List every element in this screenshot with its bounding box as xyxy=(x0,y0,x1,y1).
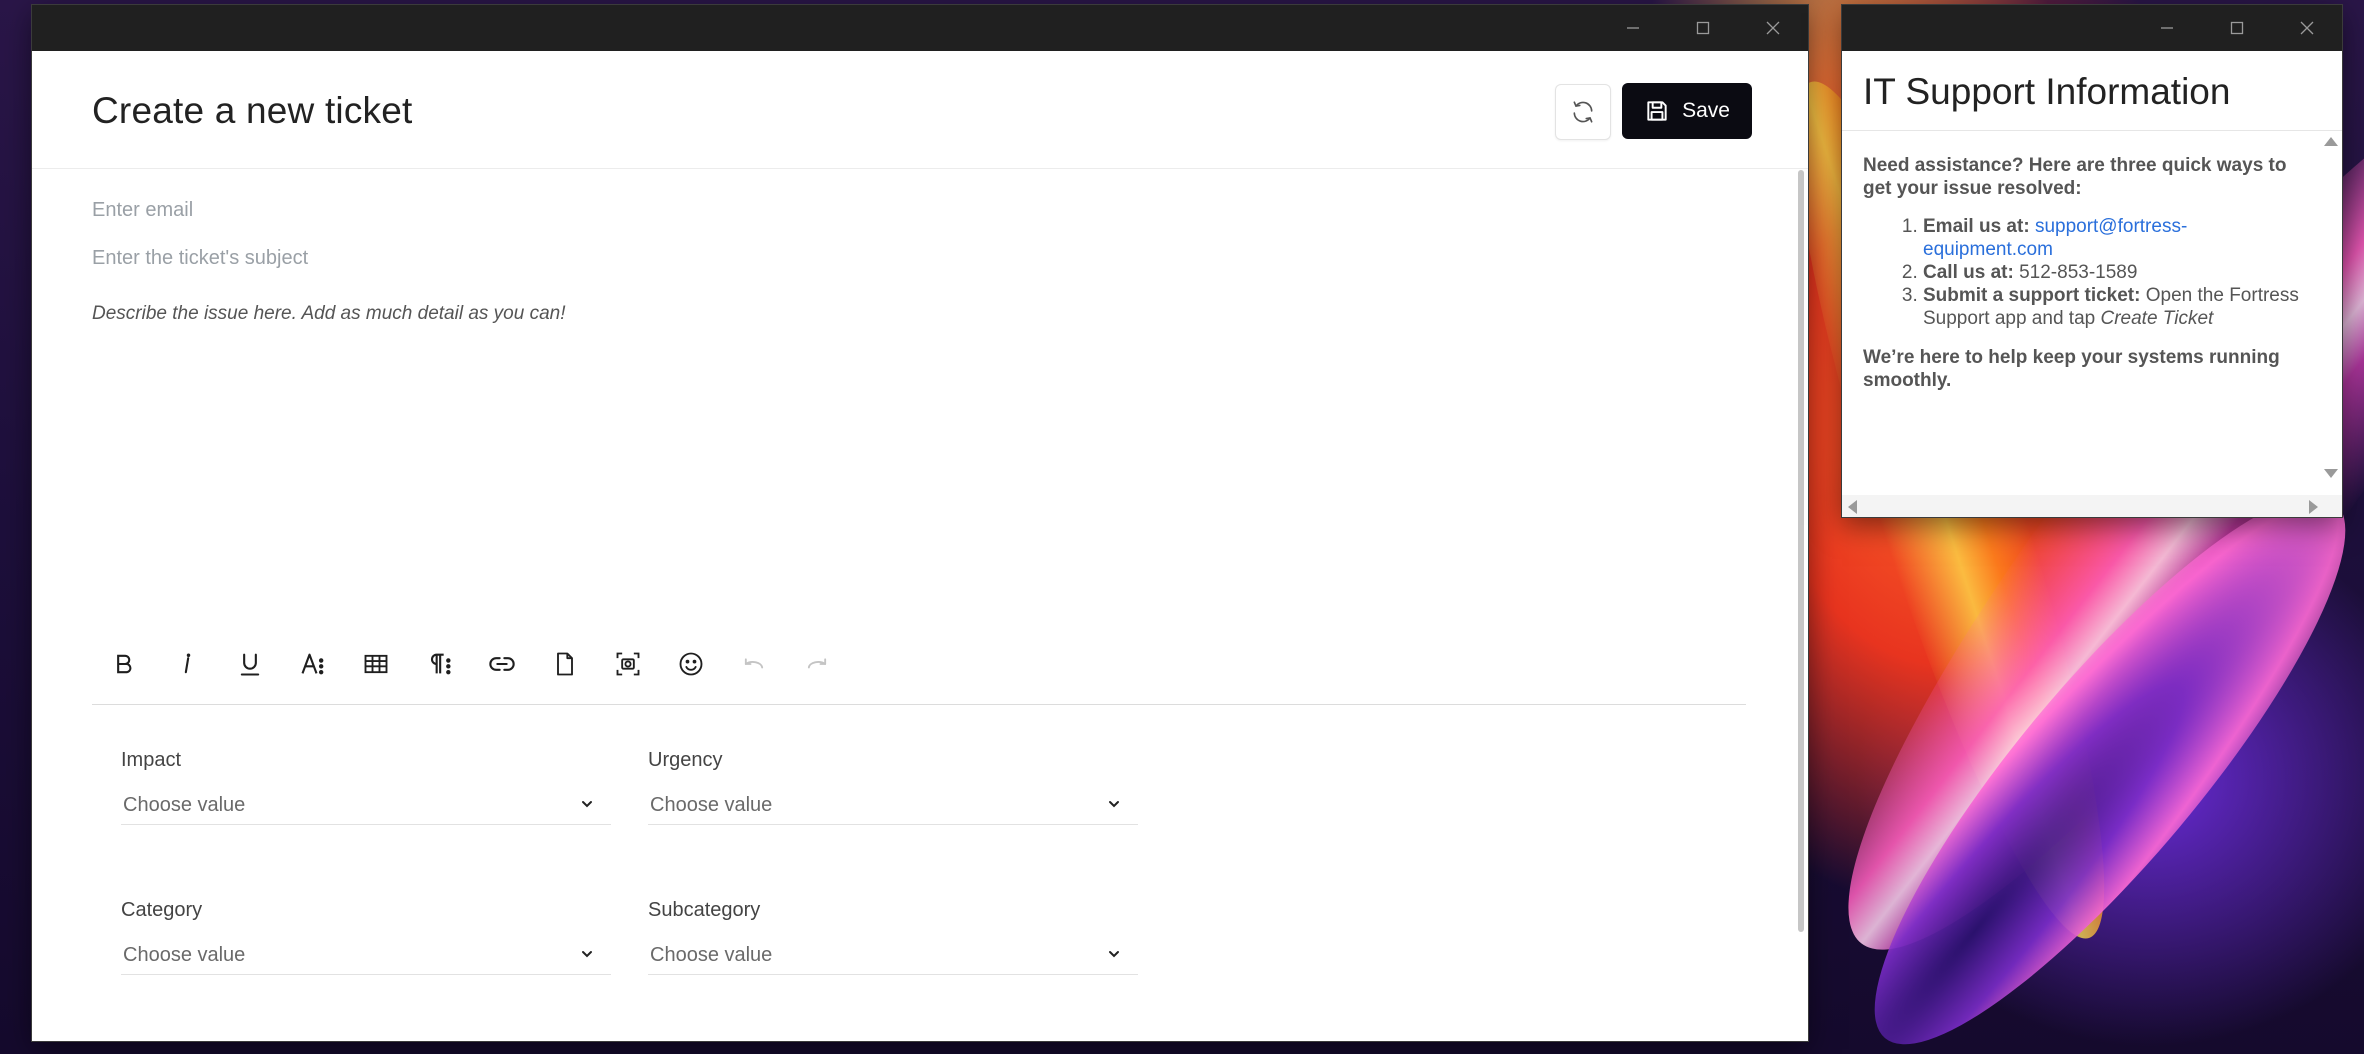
category-field: Category Choose value xyxy=(121,899,611,975)
subcategory-value: Choose value xyxy=(650,943,773,966)
list-item: Email us at: support@fortress-equipment.… xyxy=(1923,215,2303,261)
italic-icon xyxy=(184,653,190,674)
impact-value: Choose value xyxy=(123,793,246,816)
bold-button[interactable] xyxy=(92,639,155,689)
info-body: Need assistance? Here are three quick wa… xyxy=(1863,154,2303,392)
urgency-select[interactable]: Choose value xyxy=(648,786,1138,825)
list-item: Submit a support ticket: Open the Fortre… xyxy=(1923,284,2303,330)
save-button[interactable]: Save xyxy=(1622,83,1752,139)
underline-button[interactable] xyxy=(218,639,281,689)
subcategory-field: Subcategory Choose value xyxy=(648,899,1138,975)
undo-button[interactable] xyxy=(722,639,785,689)
underline-icon xyxy=(240,653,259,676)
paragraph-format-button[interactable] xyxy=(407,639,470,689)
editor-toolbar xyxy=(92,624,1746,705)
page-title: Create a new ticket xyxy=(92,90,413,131)
email-input[interactable]: Enter email xyxy=(92,199,193,222)
impact-select[interactable]: Choose value xyxy=(121,786,611,825)
refresh-button[interactable] xyxy=(1555,84,1611,140)
title-bar[interactable] xyxy=(1842,5,2342,51)
close-icon[interactable] xyxy=(1738,5,1808,51)
chevron-down-icon xyxy=(1109,951,1119,958)
divider xyxy=(1842,130,2342,131)
file-icon xyxy=(556,652,573,676)
save-icon xyxy=(1647,101,1667,121)
scroll-left-icon[interactable] xyxy=(1848,500,1857,514)
it-support-window: IT Support Information Need assistance? … xyxy=(1842,5,2342,517)
subcategory-select[interactable]: Choose value xyxy=(648,936,1138,975)
option-label: Email us at: xyxy=(1923,216,2030,237)
insert-link-button[interactable] xyxy=(470,639,533,689)
list-item: Call us at: 512-853-1589 xyxy=(1923,261,2303,284)
insert-table-button[interactable] xyxy=(344,639,407,689)
close-icon[interactable] xyxy=(2272,5,2342,51)
chevron-down-icon xyxy=(582,951,592,958)
bold-icon xyxy=(116,654,131,674)
paragraph-icon xyxy=(430,653,451,675)
urgency-field: Urgency Choose value xyxy=(648,749,1138,825)
refresh-icon xyxy=(1573,101,1593,123)
emoji-button[interactable] xyxy=(659,639,722,689)
title-bar[interactable] xyxy=(32,5,1808,51)
info-closing: We’re here to help keep your systems run… xyxy=(1863,347,2280,391)
category-value: Choose value xyxy=(123,943,246,966)
ticket-window: Create a new ticket Save Enter email Ent… xyxy=(32,5,1808,1041)
urgency-value: Choose value xyxy=(650,793,773,816)
contact-options-list: Email us at: support@fortress-equipment.… xyxy=(1863,215,2303,330)
table-icon xyxy=(364,654,387,674)
undo-icon xyxy=(744,658,763,669)
maximize-icon[interactable] xyxy=(1668,5,1738,51)
attach-file-button[interactable] xyxy=(533,639,596,689)
subject-input[interactable]: Enter the ticket's subject xyxy=(92,247,308,270)
font-size-icon xyxy=(301,653,323,675)
chevron-down-icon xyxy=(582,801,592,808)
scroll-down-icon[interactable] xyxy=(2324,469,2338,478)
screenshot-button[interactable] xyxy=(596,639,659,689)
maximize-icon[interactable] xyxy=(2202,5,2272,51)
info-title: IT Support Information xyxy=(1863,71,2231,112)
option-label: Call us at: xyxy=(1923,262,2014,283)
category-label: Category xyxy=(121,899,203,921)
minimize-icon[interactable] xyxy=(2132,5,2202,51)
emoji-icon xyxy=(679,652,702,676)
link-icon xyxy=(488,657,515,671)
option-emphasis: Create Ticket xyxy=(2100,308,2214,329)
italic-button[interactable] xyxy=(155,639,218,689)
info-content: IT Support Information Need assistance? … xyxy=(1842,51,2342,517)
minimize-icon[interactable] xyxy=(1598,5,1668,51)
redo-button[interactable] xyxy=(785,639,848,689)
support-phone: 512-853-1589 xyxy=(2019,262,2138,283)
info-lead: Need assistance? Here are three quick wa… xyxy=(1863,155,2287,199)
impact-label: Impact xyxy=(121,749,182,771)
page-header: Create a new ticket Save xyxy=(32,51,1808,169)
subcategory-label: Subcategory xyxy=(648,899,761,921)
redo-icon xyxy=(807,658,826,669)
scroll-right-icon[interactable] xyxy=(2309,500,2318,514)
impact-field: Impact Choose value xyxy=(121,749,611,825)
urgency-label: Urgency xyxy=(648,749,723,771)
vertical-scrollbar[interactable] xyxy=(1798,170,1804,932)
font-size-button[interactable] xyxy=(281,639,344,689)
horizontal-scrollbar[interactable] xyxy=(1842,495,2342,517)
description-editor[interactable]: Describe the issue here. Add as much det… xyxy=(92,303,566,325)
screenshot-icon xyxy=(616,652,639,676)
save-button-label: Save xyxy=(1682,99,1730,122)
scroll-up-icon[interactable] xyxy=(2324,137,2338,146)
ticket-form: Enter email Enter the ticket's subject D… xyxy=(32,169,1808,1041)
option-label: Submit a support ticket: xyxy=(1923,285,2141,306)
category-select[interactable]: Choose value xyxy=(121,936,611,975)
chevron-down-icon xyxy=(1109,801,1119,808)
